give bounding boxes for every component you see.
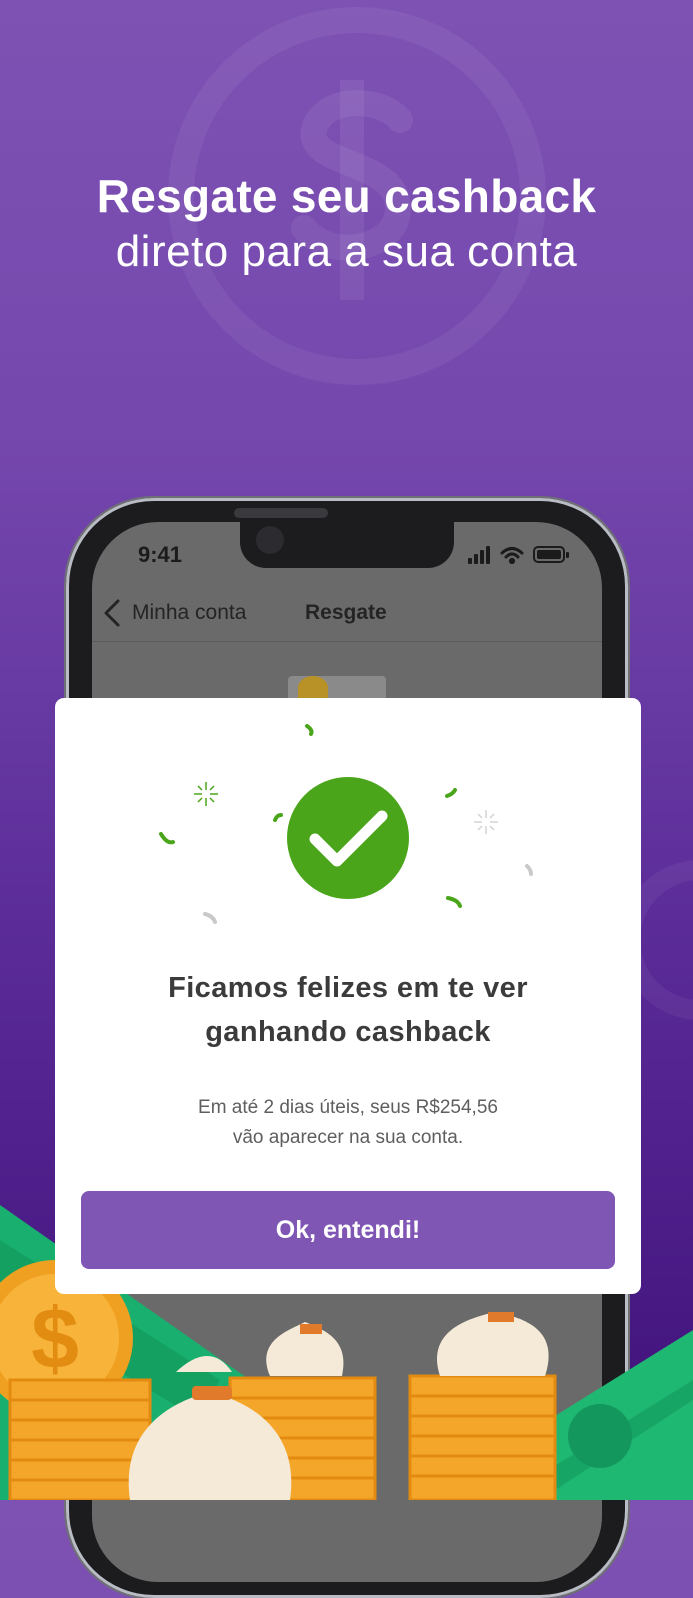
coin-icon [298,676,328,700]
modal-title: Ficamos felizes em te ver ganhando cashb… [55,966,641,1054]
status-icons [468,546,569,565]
success-illustration [159,724,533,924]
status-time: 9:41 [138,542,183,567]
modal-message-line2: vão aparecer na sua conta. [232,1127,464,1148]
signal-icon [468,546,490,564]
modal-title-line2: ganhando cashback [205,1016,491,1048]
chevron-left-icon[interactable] [100,598,124,628]
modal-title-line1: Ficamos felizes em te ver [168,972,528,1004]
headline: Resgate seu cashback direto para a sua c… [0,168,693,280]
ok-button[interactable]: Ok, entendi! [81,1191,615,1269]
modal-message: Em até 2 dias úteis, seus R$254,56 vão a… [55,1093,641,1153]
headline-title: Resgate seu cashback [96,170,597,222]
nav-title: Resgate [305,601,387,624]
headline-subtitle: direto para a sua conta [115,227,578,276]
svg-text:$: $ [31,1291,79,1387]
wifi-icon [500,547,524,565]
nav-divider [92,641,602,642]
success-check-circle [287,777,409,899]
nav-back-button[interactable]: Minha conta [132,601,246,625]
phone-camera [256,526,284,554]
modal-message-line1: Em até 2 dias úteis, seus R$254,56 [198,1097,498,1118]
phone-speaker [234,508,328,518]
battery-icon [533,546,569,563]
